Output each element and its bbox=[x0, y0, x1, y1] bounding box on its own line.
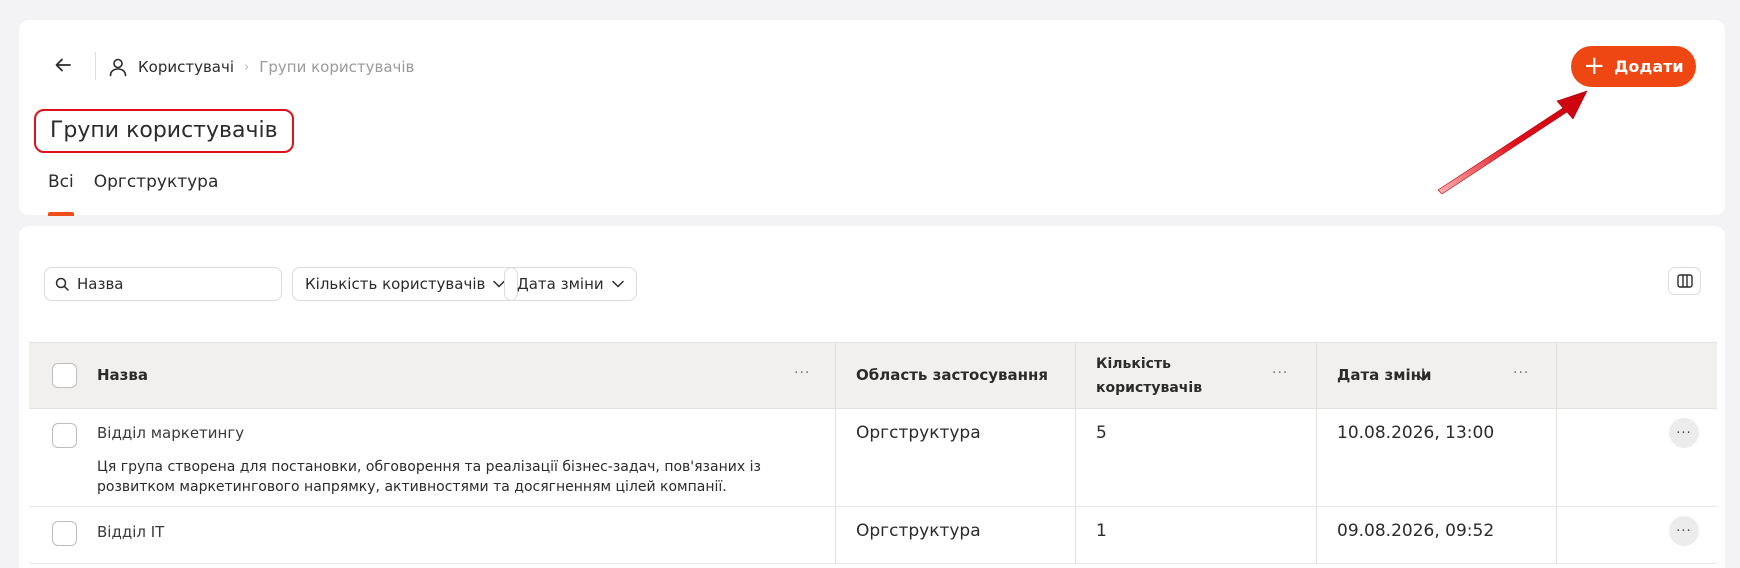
group-name[interactable]: Відділ маркетингу bbox=[97, 424, 244, 442]
add-button-label: Додати bbox=[1614, 57, 1684, 76]
group-description: Ця група створена для постановки, обгово… bbox=[97, 459, 761, 495]
columns-toggle-button[interactable] bbox=[1668, 267, 1701, 295]
table-row[interactable]: Відділ маркетингу Ця група створена для … bbox=[29, 409, 1717, 507]
arrow-down-sort-icon[interactable] bbox=[1417, 368, 1429, 382]
table-row[interactable]: Відділ IT Оргструктура 1 09.08.2026, 09:… bbox=[29, 507, 1717, 564]
groups-table: Назва ··· Область застосування Кількість… bbox=[29, 342, 1717, 564]
date-filter-label: Дата зміни bbox=[517, 275, 604, 293]
tab-all[interactable]: Всі bbox=[48, 172, 74, 216]
cell-scope: Оргструктура bbox=[836, 409, 1076, 506]
group-date: 09.08.2026, 09:52 bbox=[1337, 521, 1495, 541]
plus-icon: + bbox=[1583, 50, 1606, 81]
back-button[interactable] bbox=[52, 54, 74, 76]
date-filter[interactable]: Дата зміни bbox=[504, 267, 637, 301]
row-checkbox[interactable] bbox=[52, 423, 77, 448]
header-cell-name: Назва ··· bbox=[29, 343, 836, 408]
tabs: Всі Оргструктура bbox=[48, 172, 238, 216]
header-cell-users: Кількість користувачів ··· bbox=[1076, 343, 1317, 408]
search-field[interactable] bbox=[44, 267, 282, 301]
column-header-users-line2: користувачів bbox=[1096, 380, 1203, 396]
cell-actions: ··· bbox=[1557, 507, 1717, 563]
cell-date: 09.08.2026, 09:52 bbox=[1317, 507, 1557, 563]
cell-date: 10.08.2026, 13:00 bbox=[1317, 409, 1557, 506]
search-icon bbox=[55, 277, 69, 291]
users-count-filter-label: Кількість користувачів bbox=[305, 275, 486, 293]
columns-icon bbox=[1676, 274, 1693, 288]
group-date: 10.08.2026, 13:00 bbox=[1337, 423, 1495, 443]
cell-scope: Оргструктура bbox=[836, 507, 1076, 563]
header-cell-date: Дата зміни ··· bbox=[1317, 343, 1557, 408]
column-header-scope: Область застосування bbox=[856, 366, 1048, 384]
cell-name: Відділ маркетингу Ця група створена для … bbox=[29, 409, 836, 506]
header-cell-scope: Область застосування bbox=[836, 343, 1076, 408]
breadcrumb-divider bbox=[95, 52, 96, 80]
row-actions-button[interactable]: ··· bbox=[1669, 516, 1699, 546]
search-input[interactable] bbox=[77, 275, 267, 293]
cell-actions: ··· bbox=[1557, 409, 1717, 506]
column-header-name: Назва bbox=[97, 366, 149, 384]
group-scope: Оргструктура bbox=[856, 423, 981, 443]
cell-users: 1 bbox=[1076, 507, 1317, 563]
arrow-left-icon bbox=[55, 58, 71, 72]
users-count-filter[interactable]: Кількість користувачів bbox=[292, 267, 519, 301]
breadcrumb: Користувачі › Групи користувачів bbox=[108, 56, 414, 78]
cell-users: 5 bbox=[1076, 409, 1317, 506]
select-all-checkbox[interactable] bbox=[52, 363, 77, 388]
row-checkbox[interactable] bbox=[52, 521, 77, 546]
group-scope: Оргструктура bbox=[856, 521, 981, 541]
user-icon bbox=[108, 57, 128, 77]
tab-orgstructure[interactable]: Оргструктура bbox=[94, 172, 219, 214]
group-name[interactable]: Відділ IT bbox=[97, 523, 164, 541]
table-header: Назва ··· Область застосування Кількість… bbox=[29, 343, 1717, 409]
breadcrumb-separator: › bbox=[244, 59, 250, 75]
breadcrumb-users-link[interactable]: Користувачі bbox=[138, 58, 234, 76]
group-users-count: 5 bbox=[1096, 423, 1107, 443]
column-menu-button[interactable]: ··· bbox=[1513, 365, 1529, 381]
breadcrumb-current: Групи користувачів bbox=[259, 58, 415, 76]
column-menu-button[interactable]: ··· bbox=[1272, 365, 1288, 381]
add-button[interactable]: + Додати bbox=[1571, 46, 1696, 87]
page-title: Групи користувачів bbox=[34, 109, 294, 153]
row-actions-button[interactable]: ··· bbox=[1669, 418, 1699, 448]
column-header-users-line1: Кількість bbox=[1096, 356, 1171, 372]
chevron-down-icon bbox=[611, 280, 624, 288]
column-menu-button[interactable]: ··· bbox=[794, 365, 810, 381]
group-users-count: 1 bbox=[1096, 521, 1107, 541]
header-cell-actions bbox=[1557, 343, 1717, 408]
cell-name: Відділ IT bbox=[29, 507, 836, 563]
